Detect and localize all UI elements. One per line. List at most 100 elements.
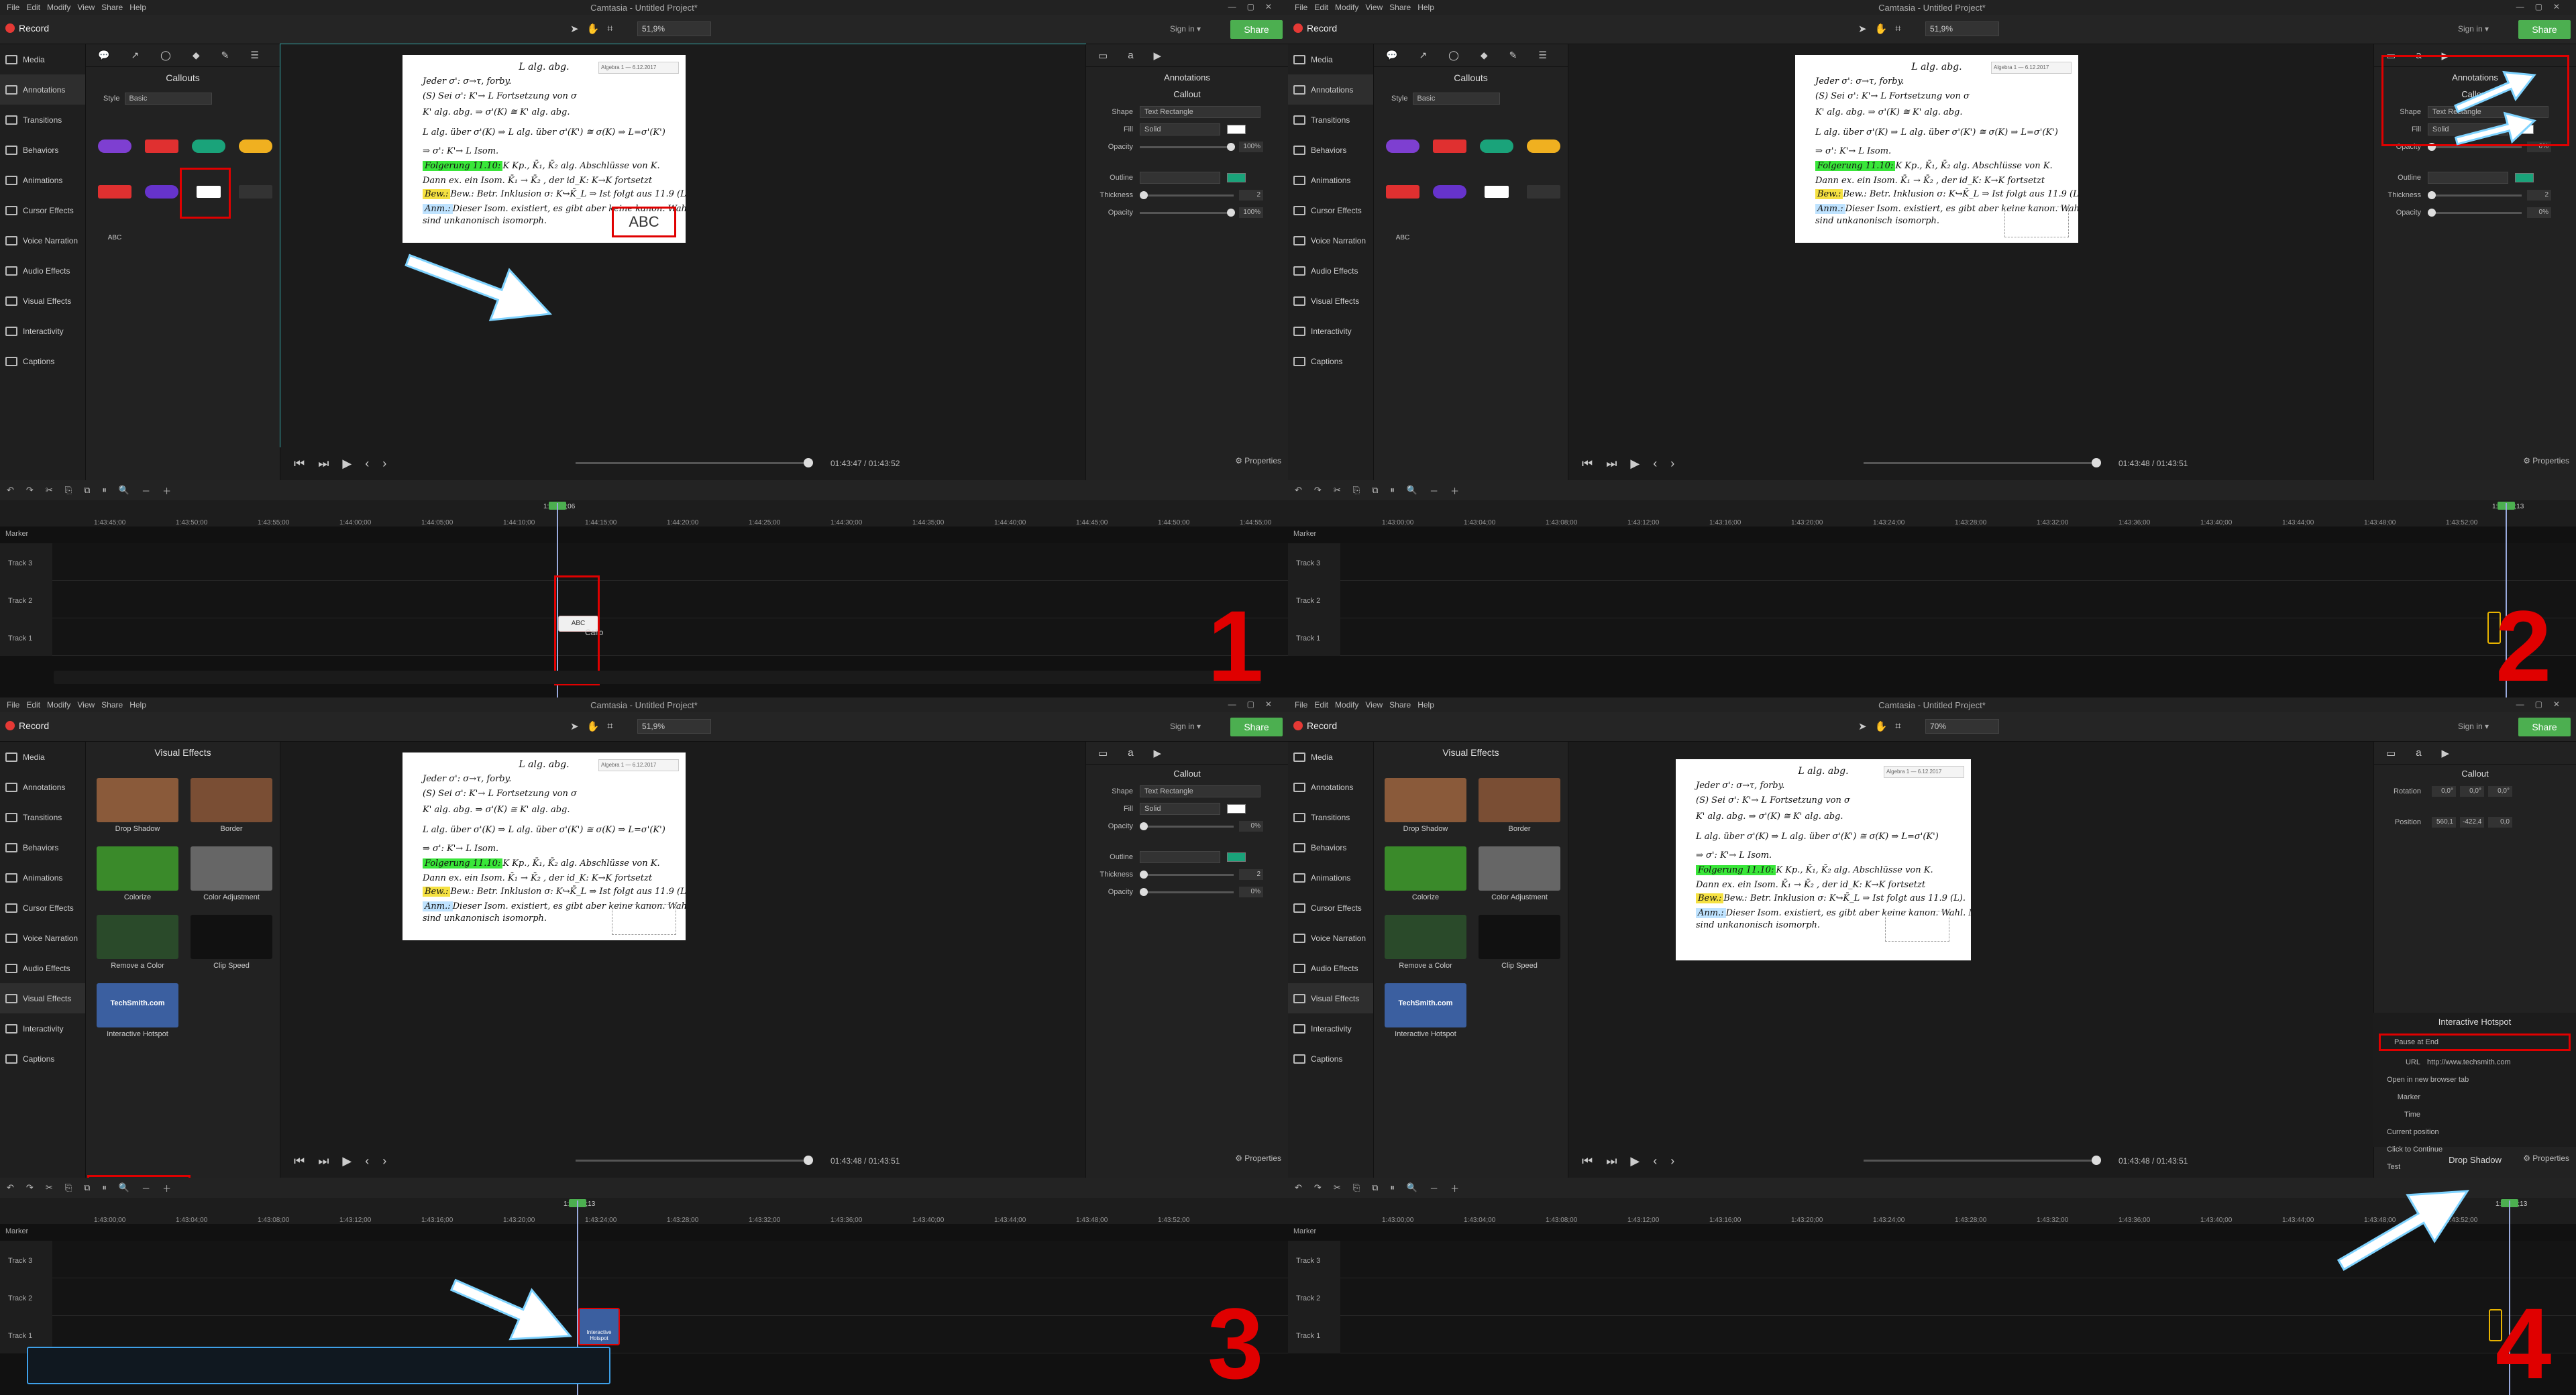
thickness-knob[interactable] <box>2428 190 2436 199</box>
position-value[interactable]: 560,1 <box>2432 817 2456 828</box>
properties-toggle[interactable]: ⚙ Properties <box>1235 456 1281 465</box>
sidebar-item-behaviors[interactable]: Behaviors <box>0 135 85 165</box>
callout-handles[interactable] <box>1885 911 1949 942</box>
timeline-tool-icon[interactable]: ⧉ <box>1372 1182 1378 1193</box>
thickness-value[interactable]: 2 <box>1239 190 1263 201</box>
play-icon[interactable]: ▶ <box>1630 457 1640 471</box>
effect-drop-shadow[interactable]: Drop Shadow <box>1382 778 1469 838</box>
record-button[interactable]: Record <box>1293 23 1337 34</box>
sidebar-item-media[interactable]: Media <box>0 742 85 772</box>
next-frame-icon[interactable]: ⏭ <box>1606 1154 1617 1168</box>
timeline-tool-icon[interactable]: ⏸ <box>102 1182 107 1193</box>
previous-frame-icon[interactable]: ⏮ <box>294 1154 305 1168</box>
effect-border[interactable]: Border <box>188 778 275 838</box>
timeline-tool-icon[interactable]: ＋ <box>162 484 171 497</box>
scrub-knob[interactable] <box>2092 1156 2101 1165</box>
next-frame-icon[interactable]: ⏭ <box>318 1154 329 1168</box>
opacity-slider[interactable] <box>1140 142 1235 151</box>
timeline-tool-icon[interactable]: ↶ <box>7 1182 14 1193</box>
pan-tool-icon[interactable]: ✋ <box>1875 720 1888 732</box>
opacity-value[interactable]: 100% <box>1239 142 1263 152</box>
sidebar-item-visual-effects[interactable]: Visual Effects <box>1288 983 1373 1013</box>
next-frame-icon[interactable]: ⏭ <box>1606 457 1617 471</box>
opacity-knob[interactable] <box>1140 887 1148 896</box>
effect-color-adjustment[interactable]: Color Adjustment <box>1476 846 1563 907</box>
shape-select[interactable]: Text Rectangle <box>1140 785 1260 797</box>
pan-tool-icon[interactable]: ✋ <box>587 720 600 732</box>
step-back-icon[interactable]: ‹ <box>365 457 369 471</box>
window-controls[interactable]: —▢✕ <box>2516 2 2571 11</box>
effect-border[interactable]: Border <box>1476 778 1563 838</box>
outline-color-swatch[interactable] <box>2515 173 2534 182</box>
crop-tool-icon[interactable]: ⌗ <box>607 23 612 35</box>
style-select[interactable]: Basic <box>125 93 213 105</box>
timeline-tool-icon[interactable]: ⎘ <box>65 1182 72 1193</box>
rotation-value[interactable]: 0,0° <box>2432 786 2456 797</box>
zoom-select[interactable]: 70% <box>1925 719 1999 734</box>
sidebar-item-transitions[interactable]: Transitions <box>1288 802 1373 832</box>
sidebar-item-audio-effects[interactable]: Audio Effects <box>1288 953 1373 983</box>
opacity-knob[interactable] <box>2428 208 2436 217</box>
hotspot-clip[interactable]: Interactive Hotspot <box>578 1308 620 1345</box>
outline-select[interactable] <box>1140 172 1220 184</box>
scrub-track[interactable] <box>1864 462 2098 464</box>
callout-style-9[interactable]: ABC <box>1381 216 1425 259</box>
effect-clip-speed[interactable]: Clip Speed <box>1476 915 1563 975</box>
thickness-slider[interactable] <box>2428 190 2522 199</box>
url-value[interactable]: http://www.techsmith.com <box>2427 1058 2511 1066</box>
timeline-tool-icon[interactable]: ⧉ <box>84 1182 90 1193</box>
timeline-tool-icon[interactable]: ⏸ <box>102 485 107 496</box>
sidebar-item-media[interactable]: Media <box>0 44 85 74</box>
record-button[interactable]: Record <box>1293 720 1337 731</box>
sidebar-item-cursor-effects[interactable]: Cursor Effects <box>0 893 85 923</box>
sidebar-item-behaviors[interactable]: Behaviors <box>1288 832 1373 862</box>
sidebar-item-cursor-effects[interactable]: Cursor Effects <box>0 195 85 225</box>
annotation-tab-icon[interactable]: ↗ <box>131 50 139 61</box>
callout-style-6[interactable] <box>1428 170 1472 213</box>
timeline-tool-icon[interactable]: 🔍 <box>1407 1182 1417 1193</box>
annotation-tab-icon[interactable]: 💬 <box>1386 50 1397 61</box>
current-position-row[interactable]: Current position <box>2373 1123 2576 1141</box>
step-forward-icon[interactable]: › <box>382 457 386 471</box>
video-properties-icon[interactable]: ▶ <box>1154 50 1162 62</box>
record-button[interactable]: Record <box>5 720 49 731</box>
outline-color-swatch[interactable] <box>1227 173 1246 182</box>
properties-toggle[interactable]: ⚙ Properties <box>1235 1154 1281 1163</box>
sign-in-link[interactable]: Sign in ▾ <box>1170 24 1201 34</box>
sidebar-item-audio-effects[interactable]: Audio Effects <box>1288 256 1373 286</box>
opacity-value[interactable]: 100% <box>1239 207 1263 218</box>
previous-frame-icon[interactable]: ⏮ <box>1582 457 1593 471</box>
sign-in-link[interactable]: Sign in ▾ <box>2458 722 2489 731</box>
opacity-slider[interactable] <box>1140 887 1234 896</box>
timeline-tool-icon[interactable]: ⏸ <box>1390 485 1395 496</box>
callout-style-7[interactable] <box>1474 170 1519 213</box>
select-tool-icon[interactable]: ➤ <box>570 720 579 732</box>
step-back-icon[interactable]: ‹ <box>365 1154 369 1168</box>
callout-style-8[interactable] <box>233 170 278 213</box>
annotation-tab-icon[interactable]: ☰ <box>250 50 259 61</box>
thickness-knob[interactable] <box>1140 190 1148 199</box>
callout-style-4[interactable] <box>1521 125 1566 168</box>
sidebar-item-transitions[interactable]: Transitions <box>0 802 85 832</box>
sidebar-item-voice-narration[interactable]: Voice Narration <box>0 923 85 953</box>
sidebar-item-annotations[interactable]: Annotations <box>1288 74 1373 105</box>
text-properties-icon[interactable]: a <box>1128 747 1133 759</box>
effect-remove-a-color[interactable]: Remove a Color <box>1382 915 1469 975</box>
annotation-tab-icon[interactable]: ◆ <box>1481 50 1488 61</box>
timeline-tool-icon[interactable]: ↷ <box>1314 485 1322 496</box>
effect-interactive-hotspot[interactable]: TechSmith.com Interactive Hotspot <box>94 983 181 1044</box>
opacity-value[interactable]: 0% <box>2527 207 2551 218</box>
play-icon[interactable]: ▶ <box>342 1154 352 1168</box>
scrub-knob[interactable] <box>804 1156 813 1165</box>
timeline-tool-icon[interactable]: － <box>142 1182 150 1194</box>
timeline-tool-icon[interactable]: 🔍 <box>119 485 129 496</box>
opacity-knob[interactable] <box>1227 142 1235 151</box>
play-icon[interactable]: ▶ <box>342 457 352 471</box>
thickness-knob[interactable] <box>1140 870 1148 879</box>
annotation-tab-icon[interactable]: ◯ <box>1448 50 1459 61</box>
effect-colorize[interactable]: Colorize <box>1382 846 1469 907</box>
pause-at-end-row[interactable]: Pause at End <box>2379 1034 2571 1051</box>
annotation-tab-icon[interactable]: 💬 <box>98 50 109 61</box>
effect-drop-shadow[interactable]: Drop Shadow <box>94 778 181 838</box>
timeline-tool-icon[interactable]: ⧉ <box>84 485 90 496</box>
